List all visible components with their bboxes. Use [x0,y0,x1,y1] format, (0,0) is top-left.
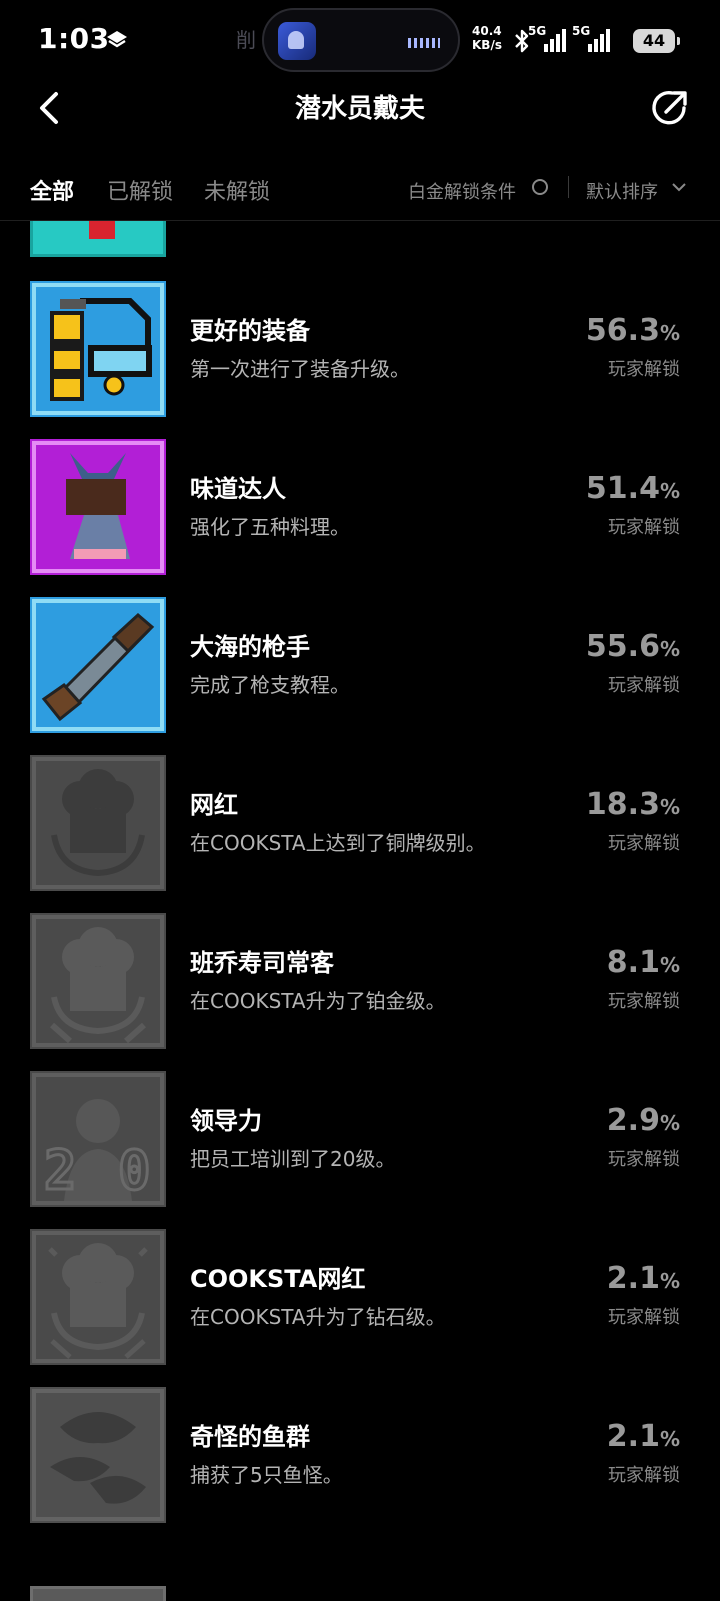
network-speed-unit: KB/s [472,38,502,52]
achievement-description: 在COOKSTA升为了钻石级。 [190,1305,446,1329]
achievement-row[interactable]: 2 0 领导力 把员工培训到了20级。 2.9% 玩家解锁 [0,1071,720,1231]
unlock-percent: 2.9% [607,1103,680,1138]
unlock-percent-value: 8.1 [606,945,660,980]
layers-icon [107,31,127,48]
unlock-label: 玩家解锁 [608,675,680,696]
svg-text:0: 0 [118,1139,151,1202]
unlock-percent-value: 2.1 [606,1261,660,1296]
notification-ghost-text: 削 [236,28,256,52]
status-bar: 1:03 削 40.4 KB/s 5G 5G 44 [0,0,720,84]
achievement-row[interactable]: 网红 在COOKSTA上达到了铜牌级别。 18.3% 玩家解锁 [0,755,720,915]
achievement-title: 班乔寿司常客 [190,949,334,977]
unlock-percent: 56.3% [586,313,680,348]
achievement-row[interactable]: 味道达人 强化了五种料理。 51.4% 玩家解锁 [0,439,720,599]
achievement-title: 网红 [190,791,238,819]
staff-level-20-icon: 2 0 [30,1071,166,1207]
unlock-percent: 8.1% [607,945,680,980]
chef-hat-platinum-icon [30,913,166,1049]
unlock-label: 玩家解锁 [608,833,680,854]
unlock-percent-value: 51.4 [585,471,660,506]
achievement-row[interactable]: 班乔寿司常客 在COOKSTA升为了铂金级。 8.1% 玩家解锁 [0,913,720,1073]
unlock-label: 玩家解锁 [608,1307,680,1328]
achievement-title: COOKSTA网红 [190,1265,366,1293]
chef-hat-bronze-icon [30,755,166,891]
page-title: 潜水员戴夫 [294,94,425,124]
unlock-label: 玩家解锁 [608,359,680,380]
unlock-label: 玩家解锁 [608,991,680,1012]
chevron-down-icon[interactable] [672,182,686,192]
unlock-percent: 2.1% [607,1419,680,1454]
percent-unit: % [659,637,680,661]
status-time: 1:03 [38,22,110,55]
partial-achievement-badge [30,221,166,257]
unlock-percent-value: 55.6 [585,629,660,664]
unlock-percent-value: 56.3 [585,313,660,348]
tab-unlocked[interactable]: 已解锁 [107,174,173,206]
achievement-title: 味道达人 [190,475,286,503]
battery-indicator: 44 [633,29,680,53]
percent-unit: % [659,1269,680,1293]
percent-unit: % [659,479,680,503]
strange-fish-icon [30,1387,166,1523]
signal-bars-icon [588,29,610,52]
signal-bars-icon [544,29,566,52]
percent-unit: % [659,953,680,977]
dynamic-island[interactable] [262,8,460,72]
achievement-description: 完成了枪支教程。 [190,673,350,697]
unlock-percent: 2.1% [607,1261,680,1296]
achievement-title: 奇怪的鱼群 [190,1423,310,1451]
radio-circle-icon[interactable] [532,179,548,195]
platinum-condition-toggle[interactable]: 白金解锁条件 [408,178,516,204]
svg-text:2: 2 [44,1139,77,1202]
harpoon-gun-icon [30,597,166,733]
achievement-description: 捕获了5只鱼怪。 [190,1463,343,1487]
unlock-label: 玩家解锁 [608,1149,680,1170]
achievement-row[interactable]: 更好的装备 第一次进行了装备升级。 56.3% 玩家解锁 [0,281,720,441]
unlock-percent: 55.6% [586,629,680,664]
achievement-description: 强化了五种料理。 [190,515,350,539]
achievement-row[interactable]: COOKSTA网红 在COOKSTA升为了钻石级。 2.1% 玩家解锁 [0,1229,720,1389]
achievement-description: 把员工培训到了20级。 [190,1147,396,1171]
percent-unit: % [659,1427,680,1451]
sushi-dish-icon [30,439,166,575]
chef-hat-diamond-icon [30,1229,166,1365]
percent-unit: % [659,795,680,819]
network-speed-value: 40.4 [472,24,502,38]
achievement-description: 在COOKSTA上达到了铜牌级别。 [190,831,486,855]
achievement-list[interactable]: 更好的装备 第一次进行了装备升级。 56.3% 玩家解锁 味道达人 强化了五种料… [0,221,720,1601]
unlock-percent: 18.3% [586,787,680,822]
achievement-row[interactable]: 大海的枪手 完成了枪支教程。 55.6% 玩家解锁 [0,597,720,757]
network-speed: 40.4 KB/s [472,24,502,52]
unlock-label: 玩家解锁 [608,1465,680,1486]
achievement-title: 大海的枪手 [190,633,310,661]
percent-unit: % [659,321,680,345]
scuba-gear-icon [30,281,166,417]
unlock-percent-value: 18.3 [585,787,660,822]
app-thumbnail-icon [278,22,316,60]
unlock-percent: 51.4% [586,471,680,506]
achievement-title: 领导力 [190,1107,262,1135]
divider [568,176,569,198]
unlock-label: 玩家解锁 [608,517,680,538]
achievement-row[interactable]: 奇怪的鱼群 捕获了5只鱼怪。 2.1% 玩家解锁 [0,1387,720,1547]
filter-bar: 全部 已解锁 未解锁 白金解锁条件 默认排序 [0,160,720,221]
achievement-description: 在COOKSTA升为了铂金级。 [190,989,446,1013]
partial-achievement-badge [30,1586,166,1601]
unlock-percent-value: 2.9 [606,1103,660,1138]
unlock-percent-value: 2.1 [606,1419,660,1454]
tab-all[interactable]: 全部 [30,174,74,206]
achievement-description: 第一次进行了装备升级。 [190,357,410,381]
share-button[interactable] [650,88,690,128]
audio-wave-icon [408,38,440,48]
sort-dropdown[interactable]: 默认排序 [586,178,658,204]
percent-unit: % [659,1111,680,1135]
tab-locked[interactable]: 未解锁 [204,174,270,206]
achievement-title: 更好的装备 [190,317,310,345]
